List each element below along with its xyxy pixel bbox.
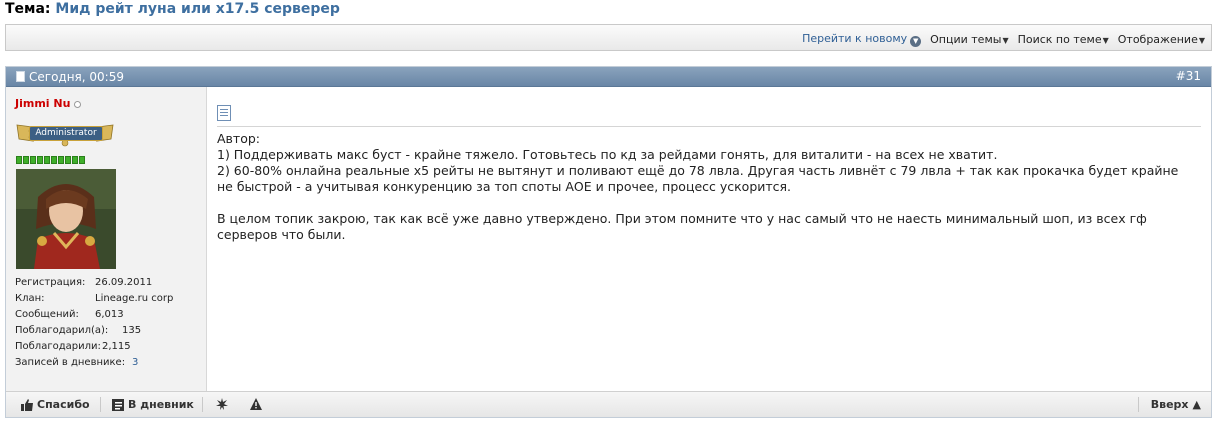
content-divider: [217, 126, 1201, 127]
post-footer: Спасибо В дневник Вверх ▲: [6, 391, 1211, 417]
topic-name-link[interactable]: Мид рейт луна или х17.5 серверер: [55, 1, 340, 17]
footer-separator: [202, 397, 203, 412]
footer-separator: [100, 397, 101, 412]
post: Сегодня, 00:59 #31 Jimmi Nu Administrato…: [5, 66, 1212, 418]
footer-separator: [1138, 397, 1139, 412]
caret-down-icon: ▼: [1102, 36, 1109, 45]
diary-label: В дневник: [128, 398, 194, 411]
post-header: Сегодня, 00:59 #31: [6, 67, 1211, 87]
author-username[interactable]: Jimmi Nu: [15, 97, 70, 110]
reputation-bar: [16, 156, 85, 164]
report-post-button[interactable]: [216, 398, 228, 410]
thread-search-label: Поиск по теме: [1017, 33, 1102, 46]
post-date: Сегодня, 00:59: [16, 70, 124, 84]
rank-label: Administrator: [29, 126, 103, 141]
message-line: Автор:: [217, 131, 260, 146]
display-mode-label: Отображение: [1117, 33, 1198, 46]
message-line: 1) Поддерживать макс буст - крайне тяжел…: [217, 147, 998, 162]
thread-options-menu[interactable]: Опции темы▼: [930, 33, 1008, 46]
post-document-icon: [217, 105, 231, 121]
thread-search-menu[interactable]: Поиск по теме▼: [1018, 33, 1109, 46]
post-content: Автор: 1) Поддерживать макс буст - крайн…: [207, 87, 1211, 393]
thanks-button[interactable]: Спасибо: [21, 398, 90, 411]
rank-badge: Administrator: [15, 119, 115, 147]
go-to-new-link[interactable]: Перейти к новому ▼: [802, 32, 922, 47]
thread-options-label: Опции темы: [930, 33, 1002, 46]
notebook-icon: [112, 398, 124, 411]
avatar-image: [16, 169, 116, 269]
document-icon: [16, 71, 25, 82]
detail-posts: Сообщений: 6,013: [15, 309, 124, 320]
warning-button[interactable]: [250, 398, 262, 410]
warning-triangle-icon: [250, 398, 262, 410]
go-to-new-label: Перейти к новому: [802, 32, 908, 45]
arrow-down-circle-icon: ▼: [910, 36, 922, 47]
diary-entries-link[interactable]: 3: [132, 357, 138, 368]
thanks-label: Спасибо: [37, 398, 90, 411]
author-details: Регистрация: 26.09.2011 Клан: Lineage.ru c…: [15, 275, 173, 371]
thread-toolbar: Перейти к новому ▼ Опции темы▼ Поиск по т…: [5, 24, 1212, 51]
topic-title: Тема: Мид рейт луна или х17.5 серверер: [5, 0, 340, 18]
back-to-top-button[interactable]: Вверх ▲: [1151, 398, 1201, 411]
post-message: Автор: 1) Поддерживать макс буст - крайн…: [217, 131, 1191, 243]
thumbs-up-icon: [21, 398, 33, 411]
message-line: В целом топик закрою, так как всё уже да…: [217, 211, 1147, 242]
detail-clan: Клан: Lineage.ru corp: [15, 293, 174, 304]
avatar[interactable]: [16, 169, 116, 269]
offline-status-icon: [74, 101, 81, 108]
post-number-link[interactable]: #31: [1176, 69, 1201, 83]
detail-thanked-by: Поблагодарили:2,115: [15, 341, 131, 352]
message-line: 2) 60-80% онлайна реальные х5 рейты не в…: [217, 163, 1179, 194]
display-mode-menu[interactable]: Отображение▼: [1118, 33, 1205, 46]
arrow-up-icon: ▲: [1192, 398, 1201, 411]
top-label: Вверх: [1150, 398, 1189, 411]
caret-down-icon: ▼: [1002, 36, 1009, 45]
detail-diary-entries: Записей в дневнике: 3: [15, 357, 139, 368]
caret-down-icon: ▼: [1198, 36, 1205, 45]
explosion-icon: [216, 398, 228, 410]
topic-label: Тема:: [5, 1, 51, 17]
detail-thanked: Поблагодарил(а): 135: [15, 325, 142, 336]
add-to-diary-button[interactable]: В дневник: [112, 398, 194, 411]
author-sidebar: Jimmi Nu Administrator Регистрация: 26.0…: [6, 87, 207, 393]
detail-registration: Регистрация: 26.09.2011: [15, 277, 153, 288]
post-date-text: Сегодня, 00:59: [29, 70, 124, 84]
